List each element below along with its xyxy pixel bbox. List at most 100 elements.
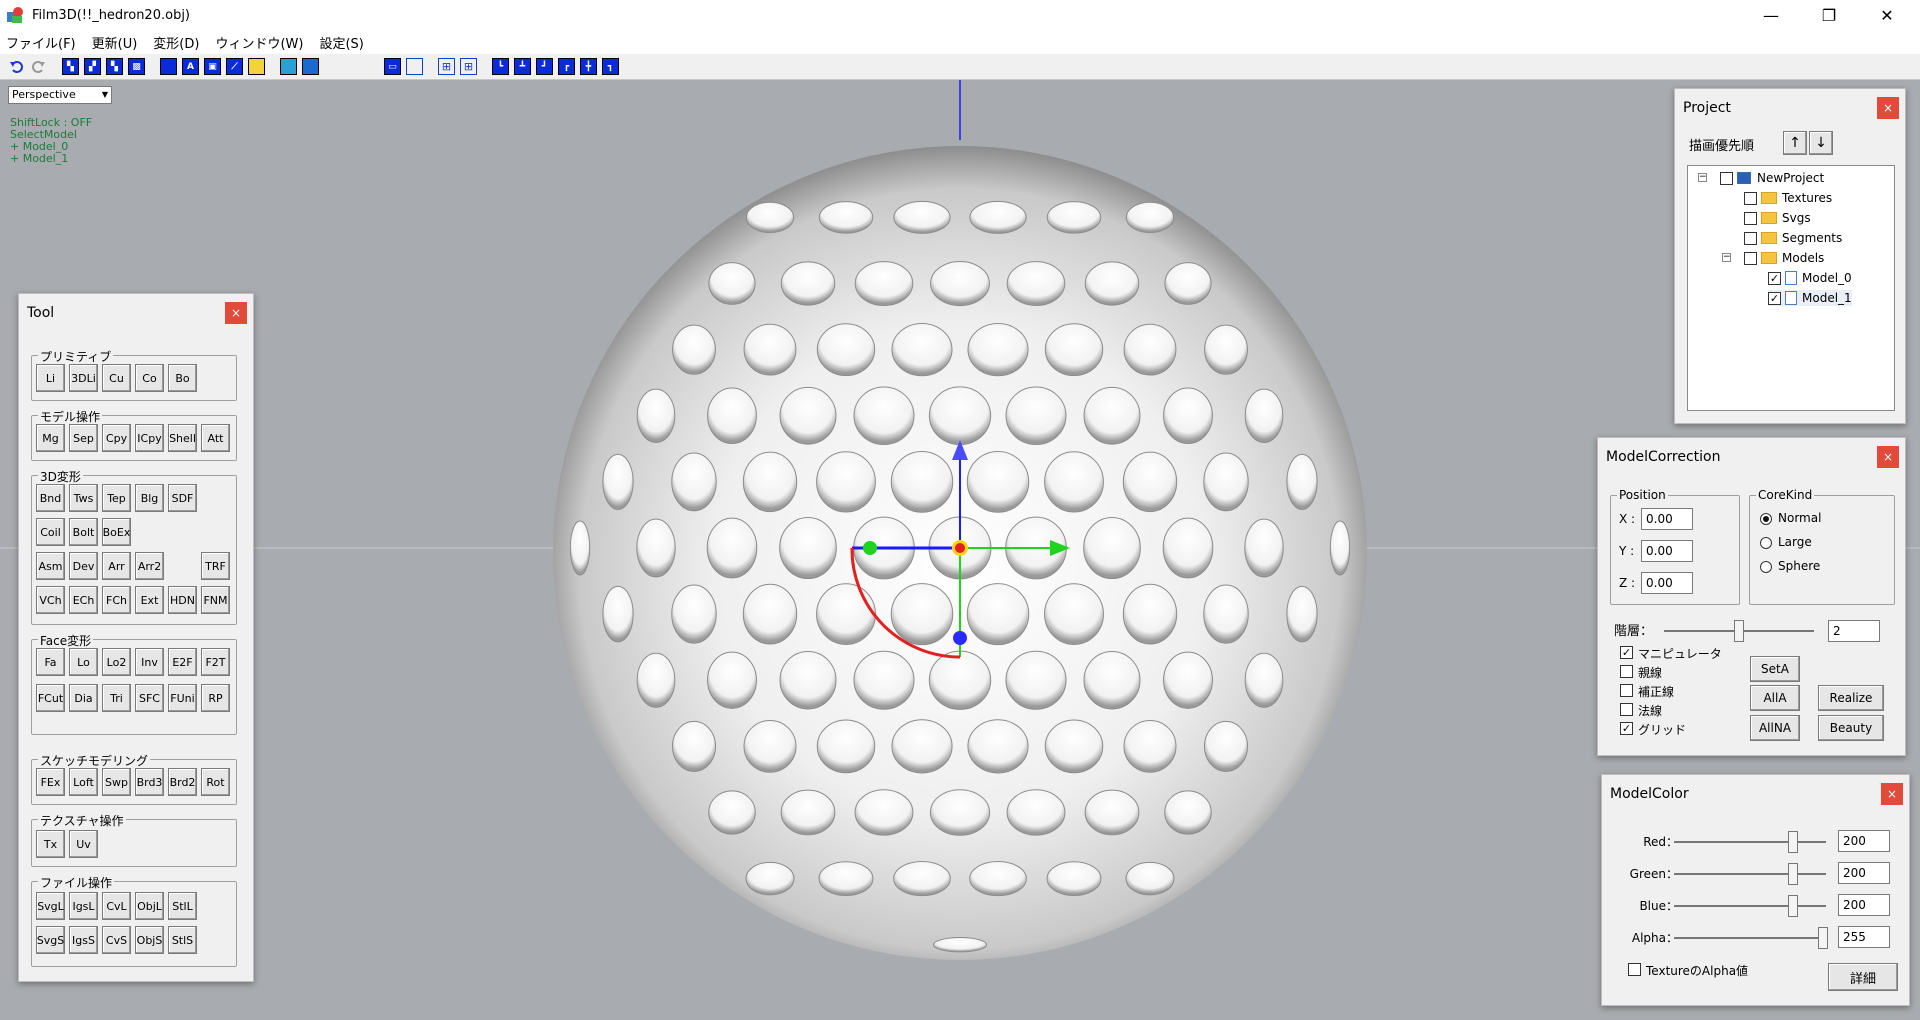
tool-button-svgl[interactable]: SvgL xyxy=(36,892,65,920)
tool-button-ech[interactable]: ECh xyxy=(69,586,98,614)
tool-button-tws[interactable]: Tws xyxy=(69,484,98,512)
corekind-normal-radio[interactable] xyxy=(1760,513,1772,525)
tool-button-att[interactable]: Att xyxy=(201,424,230,452)
tool-button-sdf[interactable]: SDF xyxy=(168,484,197,512)
tool-button-coil[interactable]: Coil xyxy=(36,518,65,546)
view-side-icon[interactable]: ▞ xyxy=(84,58,101,75)
red-slider-thumb[interactable] xyxy=(1788,831,1798,853)
tool-button-stll[interactable]: StlL xyxy=(168,892,197,920)
tool-button-fex[interactable]: FEx xyxy=(36,768,65,796)
tool-button-vch[interactable]: VCh xyxy=(36,586,65,614)
position-y-field[interactable]: 0.00 xyxy=(1641,540,1693,562)
tool-button-igss[interactable]: IgsS xyxy=(69,926,98,954)
tool-button-igsl[interactable]: IgsL xyxy=(69,892,98,920)
maximize-button[interactable]: ❐ xyxy=(1806,0,1852,30)
model-correction-close-button[interactable]: × xyxy=(1877,446,1899,468)
beauty-button[interactable]: Beauty xyxy=(1818,715,1884,741)
tree-item-model-1[interactable]: ✓ Model_1 xyxy=(1768,290,1852,306)
tree-checkbox[interactable] xyxy=(1720,171,1733,185)
render-icon[interactable] xyxy=(280,58,297,75)
tool-button-arr2[interactable]: Arr2 xyxy=(135,552,164,580)
align-top-icon[interactable]: ┏ xyxy=(558,58,575,75)
texture-alpha-checkbox[interactable] xyxy=(1628,963,1641,976)
minimize-button[interactable]: — xyxy=(1748,0,1794,30)
green-field[interactable]: 200 xyxy=(1838,862,1890,884)
project-panel-header[interactable]: Project × xyxy=(1675,89,1905,127)
view-persp-icon[interactable]: ▩ xyxy=(128,58,145,75)
tree-item-svgs[interactable]: Svgs xyxy=(1744,210,1811,226)
select-edge-icon[interactable]: ⟋ xyxy=(226,58,243,75)
tool-button-asm[interactable]: Asm xyxy=(36,552,65,580)
normal-line-checkbox[interactable] xyxy=(1620,703,1633,716)
tool-button-tep[interactable]: Tep xyxy=(102,484,131,512)
tool-panel-header[interactable]: Tool × xyxy=(19,294,253,332)
tool-button-icpy[interactable]: ICpy xyxy=(135,424,164,452)
tool-button-blg[interactable]: Blg xyxy=(135,484,164,512)
tool-button-tri[interactable]: Tri xyxy=(102,684,131,712)
tree-checkbox[interactable] xyxy=(1744,191,1757,205)
grid-checkbox[interactable]: ✓ xyxy=(1620,722,1633,735)
tool-button-bo[interactable]: Bo xyxy=(168,364,197,392)
tool-button-svgs[interactable]: SvgS xyxy=(36,926,65,954)
alla-button[interactable]: AllA xyxy=(1750,685,1800,711)
tree-item-models[interactable]: Models xyxy=(1744,250,1824,266)
tool-button-objs[interactable]: ObjS xyxy=(135,926,164,954)
menu-deform[interactable]: 変形(D) xyxy=(153,33,199,52)
close-window-button[interactable]: ✕ xyxy=(1864,0,1910,30)
tool-button-fcut[interactable]: FCut xyxy=(36,684,65,712)
model-color-header[interactable]: ModelColor × xyxy=(1602,775,1909,813)
tool-button-cvs[interactable]: CvS xyxy=(102,926,131,954)
green-slider[interactable] xyxy=(1674,863,1826,885)
screen-icon[interactable]: ▭ xyxy=(384,58,401,75)
frame-icon[interactable] xyxy=(406,58,423,75)
tool-button-boex[interactable]: BoEx xyxy=(102,518,131,546)
tool-button-sep[interactable]: Sep xyxy=(69,424,98,452)
redo-icon[interactable] xyxy=(30,58,47,75)
tree-checkbox[interactable] xyxy=(1744,251,1757,265)
tree-checkbox[interactable]: ✓ xyxy=(1768,291,1781,305)
tool-button-mg[interactable]: Mg xyxy=(36,424,65,452)
tool-button-bolt[interactable]: Bolt xyxy=(69,518,98,546)
alpha-field[interactable]: 255 xyxy=(1838,926,1890,948)
view-front-icon[interactable]: ▚ xyxy=(62,58,79,75)
corekind-sphere-radio[interactable] xyxy=(1760,561,1772,573)
layer-slider-thumb[interactable] xyxy=(1734,620,1744,642)
tree-checkbox[interactable] xyxy=(1744,211,1757,225)
tree-item-newproject[interactable]: NewProject xyxy=(1720,170,1824,186)
tool-button-stls[interactable]: StlS xyxy=(168,926,197,954)
tool-button-fa[interactable]: Fa xyxy=(36,648,65,676)
alpha-slider-thumb[interactable] xyxy=(1818,927,1828,949)
tool-button-e2f[interactable]: E2F xyxy=(168,648,197,676)
project-panel-close-button[interactable]: × xyxy=(1877,97,1899,119)
grid-b-icon[interactable]: ⊞ xyxy=(460,58,477,75)
tool-button-swp[interactable]: Swp xyxy=(102,768,131,796)
tool-button-uv[interactable]: Uv xyxy=(69,830,98,858)
menu-window[interactable]: ウィンドウ(W) xyxy=(215,33,303,52)
align-middle-icon[interactable]: ╋ xyxy=(580,58,597,75)
position-z-field[interactable]: 0.00 xyxy=(1641,572,1693,594)
correction-line-checkbox[interactable] xyxy=(1620,684,1633,697)
tool-button-rot[interactable]: Rot xyxy=(201,768,230,796)
select-text-icon[interactable]: A xyxy=(182,58,199,75)
tool-button-cpy[interactable]: Cpy xyxy=(102,424,131,452)
tree-item-segments[interactable]: Segments xyxy=(1744,230,1842,246)
layer-field[interactable]: 2 xyxy=(1828,620,1880,642)
model-color-close-button[interactable]: × xyxy=(1881,783,1903,805)
blue-field[interactable]: 200 xyxy=(1838,894,1890,916)
tool-button-funi[interactable]: FUni xyxy=(168,684,197,712)
tool-button-arr[interactable]: Arr xyxy=(102,552,131,580)
priority-down-button[interactable]: ↓ xyxy=(1809,131,1833,155)
tool-button-objl[interactable]: ObjL xyxy=(135,892,164,920)
allna-button[interactable]: AllNA xyxy=(1750,715,1800,741)
blue-slider[interactable] xyxy=(1674,895,1826,917)
tool-button-trf[interactable]: TRF xyxy=(201,552,230,580)
tool-button-fnm[interactable]: FNM xyxy=(201,586,230,614)
tool-button-bnd[interactable]: Bnd xyxy=(36,484,65,512)
select-face-icon[interactable] xyxy=(248,58,265,75)
corekind-large-radio[interactable] xyxy=(1760,537,1772,549)
detail-button[interactable]: 詳細 xyxy=(1828,963,1898,991)
align-bottom-icon[interactable]: ┓ xyxy=(602,58,619,75)
tool-button-cu[interactable]: Cu xyxy=(102,364,131,392)
priority-up-button[interactable]: ↑ xyxy=(1783,131,1807,155)
menu-file[interactable]: ファイル(F) xyxy=(6,33,76,52)
